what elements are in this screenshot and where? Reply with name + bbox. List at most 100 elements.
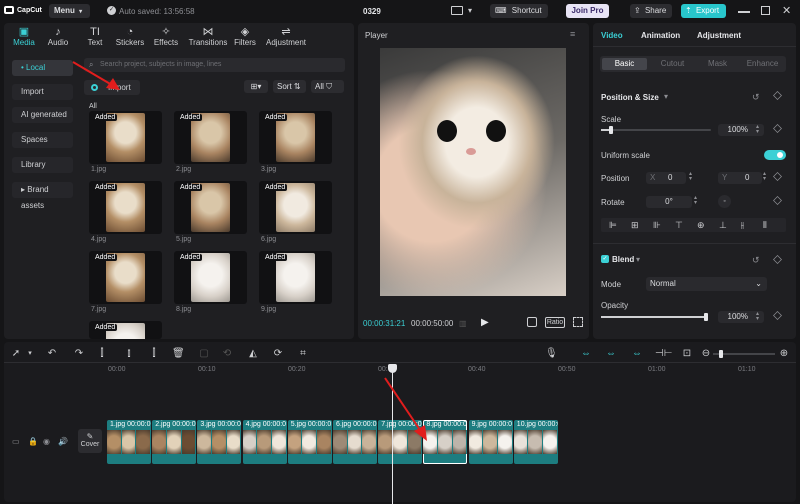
delete-icon[interactable]: 🗑 — [172, 349, 185, 359]
timeline-clip[interactable]: 1.jpg 00:00:0 — [107, 420, 151, 464]
zoom-slider[interactable] — [713, 350, 775, 358]
split-left-icon[interactable]: ⫾ — [123, 349, 135, 359]
ratio-button[interactable]: Ratio — [545, 317, 565, 328]
timeline-clip[interactable]: 10.jpg 00:00:0 — [513, 420, 558, 464]
zoom-in-icon[interactable]: ⊕ — [778, 349, 790, 359]
blend-mode-select[interactable]: Normal ⌄ — [646, 277, 767, 291]
reverse-icon[interactable]: ⟲ — [221, 349, 233, 359]
opacity-slider[interactable] — [601, 313, 708, 321]
sort-button[interactable]: Sort ⇅ — [273, 80, 306, 93]
media-thumbnail[interactable]: Added — [89, 181, 162, 234]
timeline-clip[interactable]: 2.jpg 00:00:0 — [152, 420, 197, 464]
media-thumbnail[interactable]: Added — [259, 181, 332, 234]
stepper-icon[interactable]: ▴ ▾ — [763, 171, 766, 182]
chevron-down-icon[interactable]: ▾ — [24, 349, 36, 359]
timeline-clip[interactable]: 6.jpg 00:00:0 — [333, 420, 377, 464]
timeline-icon[interactable]: ▥ — [459, 319, 467, 328]
sidebar-item-local[interactable]: • Local — [12, 60, 73, 76]
stepper-icon[interactable]: ▴ ▾ — [694, 195, 697, 206]
select-cursor-icon[interactable]: ➚ — [10, 349, 22, 359]
microphone-icon[interactable]: 🎙 — [545, 349, 558, 359]
linkage-icon[interactable]: ⇔ — [630, 349, 644, 359]
split-right-icon[interactable]: ⫿ — [148, 349, 160, 359]
uniform-scale-toggle[interactable] — [764, 150, 786, 160]
blend-checkbox[interactable]: ✓ — [601, 255, 609, 263]
align-right-icon[interactable]: ⊪ — [653, 220, 661, 231]
expand-icon[interactable] — [573, 317, 583, 327]
align-center-h-icon[interactable]: ⊞ — [631, 220, 639, 231]
maximize-icon[interactable] — [761, 6, 770, 15]
timeline-clip[interactable]: 5.jpg 00:00:0 — [287, 420, 332, 464]
rotate-dial-icon[interactable]: ◦ — [718, 195, 731, 208]
tab-transitions[interactable]: ⋈ Transitions — [186, 26, 230, 47]
crop-icon[interactable]: ⌗ — [297, 349, 309, 359]
media-thumbnail[interactable]: Added — [174, 251, 247, 304]
sidebar-item-brand-assets[interactable]: ▸ Brand assets — [12, 182, 73, 210]
track-thumbnail-icon[interactable]: ▭ — [12, 437, 20, 446]
join-pro-button[interactable]: Join Pro — [566, 4, 609, 18]
media-thumbnail[interactable]: Added — [259, 111, 332, 164]
chevron-down-icon[interactable]: ▾ — [636, 255, 640, 264]
align-center-v-icon[interactable]: ⊕ — [697, 220, 705, 231]
align-bottom-icon[interactable]: ⊥ — [719, 220, 727, 231]
chevron-down-icon[interactable]: ▾ — [664, 92, 668, 101]
fullscreen-crop-icon[interactable] — [527, 317, 537, 327]
eye-icon[interactable]: ◉ — [43, 437, 50, 446]
rotate-field[interactable]: 0° — [646, 196, 692, 208]
link-main-track-icon[interactable]: ⇔ — [579, 349, 593, 359]
subtab-cutout[interactable]: Cutout — [650, 58, 695, 70]
minimize-icon[interactable] — [738, 11, 750, 13]
tab-stickers[interactable]: ◔ Stickers — [110, 26, 150, 47]
media-thumbnail[interactable]: Added — [259, 251, 332, 304]
hamburger-menu-icon[interactable]: ≡ — [570, 29, 575, 39]
cover-button[interactable]: ✎ Cover — [78, 429, 102, 453]
view-grid-button[interactable]: ⊞▾ — [244, 80, 268, 93]
play-icon[interactable]: ▶ — [481, 317, 489, 328]
mirror-icon[interactable]: ◭ — [247, 349, 259, 359]
undo-icon[interactable]: ↶ — [46, 349, 58, 359]
align-left-icon[interactable]: ⊫ — [609, 220, 617, 231]
playhead-handle[interactable] — [388, 364, 397, 373]
stepper-icon[interactable]: ▴ ▾ — [756, 124, 759, 135]
distribute-v-icon[interactable]: ⫴ — [763, 220, 767, 231]
sidebar-item-ai-generated[interactable]: AI generated — [12, 107, 73, 123]
reset-icon[interactable]: ↺ — [752, 92, 760, 103]
stepper-icon[interactable]: ▴ ▾ — [689, 171, 692, 182]
sidebar-item-library[interactable]: Library — [12, 157, 73, 173]
sidebar-item-import[interactable]: Import — [12, 84, 73, 100]
media-thumbnail[interactable]: Added — [174, 181, 247, 234]
zoom-out-icon[interactable]: ⊖ — [700, 349, 712, 359]
preview-axis-icon[interactable]: ⊣⊢ — [655, 349, 672, 359]
stepper-icon[interactable]: ▴ ▾ — [756, 311, 759, 322]
close-icon[interactable]: ✕ — [782, 4, 791, 17]
shortcut-button[interactable]: ⌨ Shortcut — [490, 4, 548, 18]
timeline-clip[interactable]: 3.jpg 00:00:0 — [197, 420, 242, 464]
opacity-slider-handle[interactable] — [704, 313, 708, 321]
timeline-clip[interactable]: 4.jpg 00:00:0 — [242, 420, 287, 464]
tab-audio[interactable]: ♪ Audio — [38, 26, 78, 47]
scale-slider-handle[interactable] — [609, 126, 613, 134]
subtab-mask[interactable]: Mask — [695, 58, 740, 70]
position-x-field[interactable]: X 0 — [646, 172, 686, 184]
scale-slider[interactable] — [601, 126, 711, 134]
position-y-field[interactable]: Y 0 — [718, 172, 762, 184]
speaker-icon[interactable]: 🔊 — [58, 437, 68, 446]
tab-animation[interactable]: Animation — [641, 31, 680, 40]
tab-adjustment[interactable]: ⇌ Adjustment — [262, 26, 310, 47]
layout-icon[interactable] — [451, 6, 463, 15]
media-thumbnail[interactable]: Added — [174, 111, 247, 164]
subtab-basic[interactable]: Basic — [602, 58, 647, 70]
freeze-icon[interactable]: ▢ — [198, 349, 210, 359]
tab-filters[interactable]: ◈ Filters — [225, 26, 265, 47]
share-button[interactable]: ⇪ Share — [630, 4, 672, 18]
split-icon[interactable]: ⫿ — [96, 349, 108, 359]
timeline-clip[interactable]: 9.jpg 00:00:0 — [468, 420, 513, 464]
menu-button[interactable]: Menu ▾ — [49, 4, 90, 18]
media-thumbnail[interactable]: Added — [89, 111, 162, 164]
media-thumbnail[interactable]: Added — [89, 251, 162, 304]
rotate-icon[interactable]: ⟳ — [272, 349, 284, 359]
caption-icon[interactable]: ⊡ — [681, 349, 693, 359]
tab-adjustment-inspector[interactable]: Adjustment — [697, 31, 741, 40]
filter-all-button[interactable]: All ⛉ — [311, 80, 344, 93]
reset-icon[interactable]: ↺ — [752, 255, 760, 266]
